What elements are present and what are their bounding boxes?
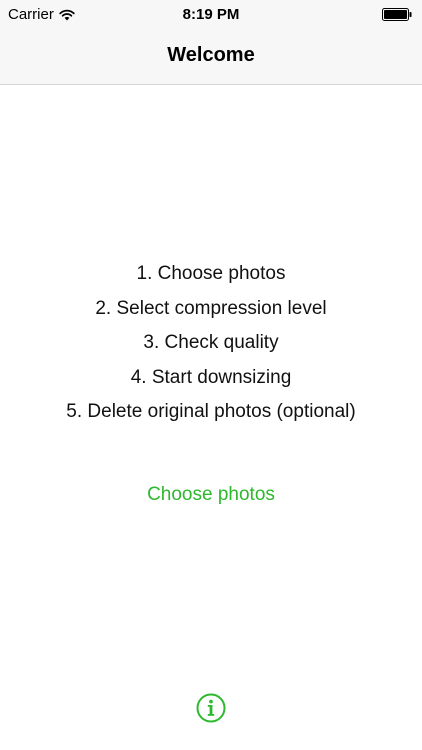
choose-photos-button[interactable]: Choose photos — [0, 484, 422, 506]
info-icon[interactable] — [196, 693, 226, 723]
instruction-step-3: 3. Check quality — [143, 332, 279, 353]
top-bar: Carrier 8:19 PM Welcome — [0, 0, 422, 85]
page-title: Welcome — [167, 44, 255, 66]
status-bar: Carrier 8:19 PM — [0, 0, 422, 30]
status-time: 8:19 PM — [182, 6, 240, 23]
instructions-list: 1. Choose photos 2. Select compression l… — [0, 257, 422, 430]
instruction-step-4: 4. Start downsizing — [130, 366, 292, 388]
instruction-step-2: 2. Select compression level — [95, 297, 327, 319]
instruction-step-1: 1. Choose photos — [136, 263, 286, 284]
battery-icon — [382, 8, 412, 21]
app-screen: Carrier 8:19 PM Welcome 1. Choose photos… — [0, 0, 422, 750]
instruction-step-5: 5. Delete original photos (optional) — [66, 401, 356, 422]
